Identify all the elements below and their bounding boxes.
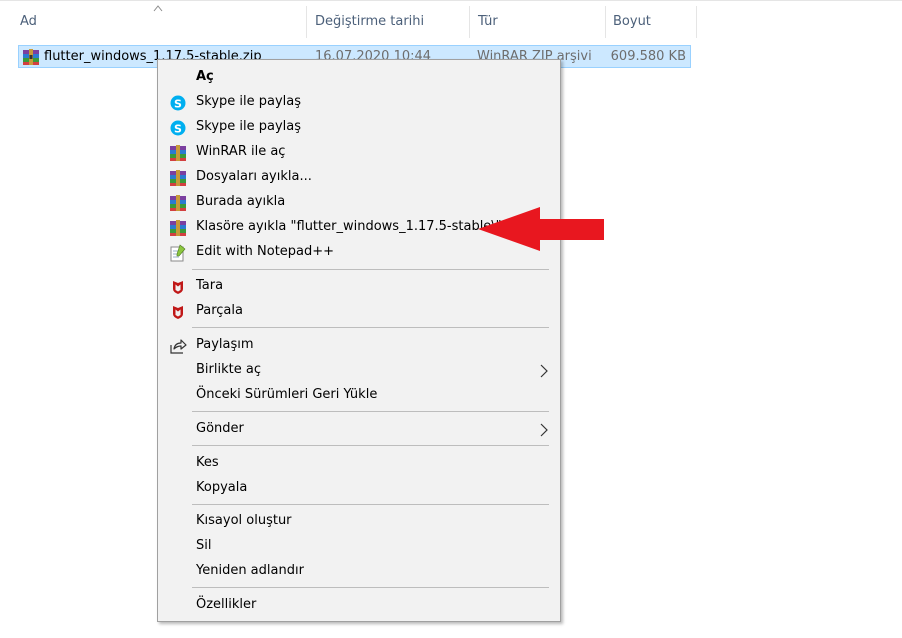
context-menu: Aç S Skype ile paylaş S Skype ile paylaş… xyxy=(157,59,561,622)
chevron-right-icon xyxy=(540,423,548,437)
menu-item-extract-files[interactable]: Dosyaları ayıkla... xyxy=(158,165,560,190)
mcafee-shield-icon xyxy=(173,306,183,319)
column-divider[interactable] xyxy=(696,6,697,38)
menu-item-delete[interactable]: Sil xyxy=(158,534,560,559)
menu-item-label: Yeniden adlandır xyxy=(196,563,304,578)
menu-item-label: Kes xyxy=(196,455,219,470)
menu-item-label: Gönder xyxy=(196,421,244,436)
menu-item-restore-versions[interactable]: Önceki Sürümleri Geri Yükle xyxy=(158,383,560,408)
menu-separator xyxy=(192,269,549,270)
column-divider[interactable] xyxy=(306,6,307,38)
column-divider[interactable] xyxy=(605,6,606,38)
skype-icon: S xyxy=(170,95,186,111)
menu-item-skype-share[interactable]: S Skype ile paylaş xyxy=(158,115,560,140)
menu-item-label: Önceki Sürümleri Geri Yükle xyxy=(196,387,378,402)
menu-item-rename[interactable]: Yeniden adlandır xyxy=(158,559,560,584)
menu-item-label: Skype ile paylaş xyxy=(196,94,302,109)
menu-item-copy[interactable]: Kopyala xyxy=(158,476,560,501)
share-icon xyxy=(170,339,187,354)
menu-item-shred[interactable]: Parçala xyxy=(158,299,560,324)
menu-item-label: Paylaşım xyxy=(196,337,254,352)
menu-item-open-with[interactable]: Birlikte aç xyxy=(158,358,560,383)
menu-item-open[interactable]: Aç xyxy=(158,65,560,90)
menu-item-label: Klasöre ayıkla "flutter_windows_1.17.5-s… xyxy=(196,219,502,234)
menu-item-label: Skype ile paylaş xyxy=(196,119,302,134)
menu-item-skype-share[interactable]: S Skype ile paylaş xyxy=(158,90,560,115)
menu-item-send-to[interactable]: Gönder xyxy=(158,417,560,442)
column-header: Ad Değiştirme tarihi Tür Boyut xyxy=(0,0,902,44)
menu-item-label: Tara xyxy=(196,278,224,293)
menu-item-share[interactable]: Paylaşım xyxy=(158,333,560,358)
menu-item-label: Edit with Notepad++ xyxy=(196,244,335,259)
column-name[interactable]: Ad xyxy=(20,0,37,44)
menu-item-label: Parçala xyxy=(196,303,243,318)
menu-separator xyxy=(192,327,549,328)
menu-item-label: Kısayol oluştur xyxy=(196,513,292,528)
menu-separator xyxy=(192,445,549,446)
mcafee-shield-icon xyxy=(173,281,183,294)
menu-item-scan[interactable]: Tara xyxy=(158,274,560,299)
winrar-icon xyxy=(170,170,186,186)
menu-separator xyxy=(192,411,549,412)
menu-item-label: Dosyaları ayıkla... xyxy=(196,169,312,184)
menu-item-winrar-open[interactable]: WinRAR ile aç xyxy=(158,140,560,165)
svg-text:S: S xyxy=(174,122,182,135)
red-pointer-arrow-icon xyxy=(478,207,604,251)
menu-item-label: Özellikler xyxy=(196,597,257,612)
skype-icon: S xyxy=(170,120,186,136)
menu-item-properties[interactable]: Özellikler xyxy=(158,593,560,618)
notepadpp-icon xyxy=(170,244,186,262)
column-size[interactable]: Boyut xyxy=(613,0,651,44)
winrar-icon xyxy=(170,145,186,161)
menu-item-label: Aç xyxy=(196,69,214,84)
menu-item-label: Sil xyxy=(196,538,212,553)
column-type[interactable]: Tür xyxy=(478,0,498,44)
sort-ascending-icon xyxy=(153,5,163,12)
menu-item-label: Kopyala xyxy=(196,480,248,495)
menu-item-label: WinRAR ile aç xyxy=(196,144,286,159)
chevron-right-icon xyxy=(540,364,548,378)
winrar-archive-icon xyxy=(23,49,39,65)
menu-item-label: Burada ayıkla xyxy=(196,194,286,209)
menu-item-create-shortcut[interactable]: Kısayol oluştur xyxy=(158,509,560,534)
menu-separator xyxy=(192,587,549,588)
menu-item-label: Birlikte aç xyxy=(196,362,261,377)
column-divider[interactable] xyxy=(469,6,470,38)
menu-item-cut[interactable]: Kes xyxy=(158,451,560,476)
winrar-icon xyxy=(170,195,186,211)
file-size: 609.580 KB xyxy=(610,49,686,64)
svg-text:S: S xyxy=(174,97,182,110)
explorer-window: Ad Değiştirme tarihi Tür Boyut flutter_w… xyxy=(0,0,902,638)
winrar-icon xyxy=(170,220,186,236)
menu-separator xyxy=(192,504,549,505)
column-date[interactable]: Değiştirme tarihi xyxy=(315,0,424,44)
